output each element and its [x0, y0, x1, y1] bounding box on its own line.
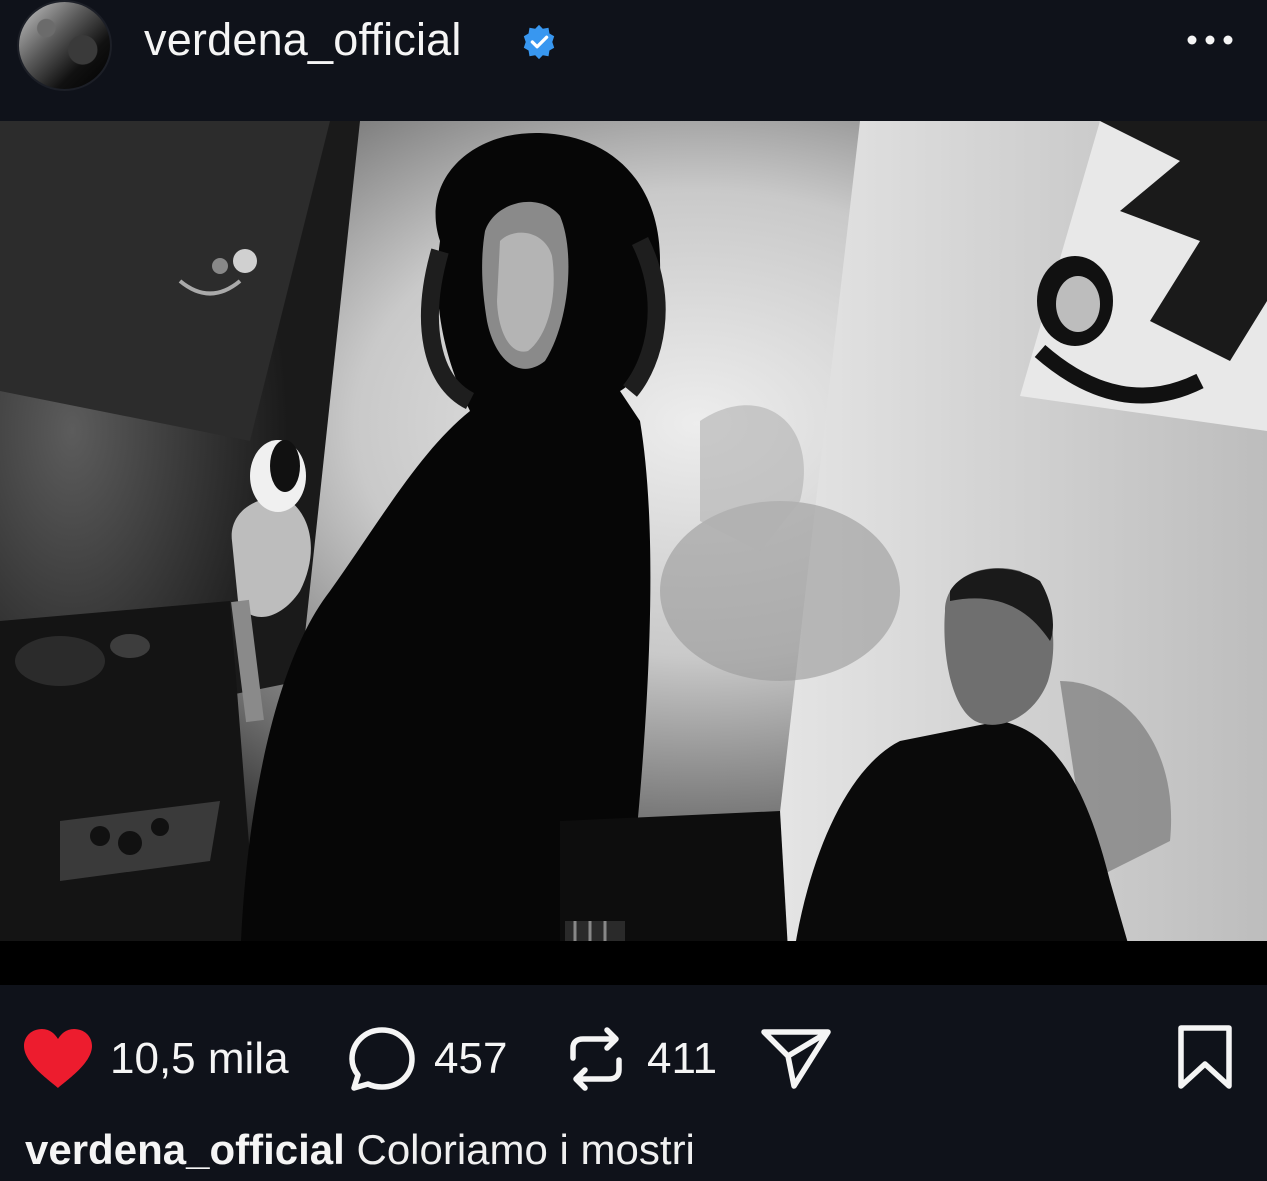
post-image[interactable]: [0, 121, 1267, 985]
comment-icon[interactable]: [348, 1026, 416, 1092]
verified-badge-icon: [523, 24, 555, 60]
caption-username[interactable]: verdena_official: [25, 1126, 345, 1173]
repost-count[interactable]: 411: [647, 1034, 717, 1084]
heart-icon[interactable]: [22, 1028, 94, 1090]
more-options-icon[interactable]: [1180, 22, 1240, 58]
post-caption: verdena_official Coloriamo i mostri: [25, 1126, 695, 1174]
post-photo-illustration: [0, 121, 1267, 985]
post-header: verdena_official: [0, 0, 1267, 121]
post-username[interactable]: verdena_official: [144, 14, 462, 66]
avatar[interactable]: [17, 0, 112, 91]
caption-text: Coloriamo i mostri: [356, 1126, 695, 1173]
share-icon[interactable]: [760, 1026, 832, 1090]
like-count[interactable]: 10,5 mila: [110, 1034, 289, 1084]
comment-count[interactable]: 457: [434, 1034, 507, 1084]
bookmark-icon[interactable]: [1176, 1024, 1234, 1092]
repost-icon[interactable]: [565, 1026, 627, 1092]
post-actions-bar: 10,5 mila 457 411: [0, 1000, 1267, 1110]
